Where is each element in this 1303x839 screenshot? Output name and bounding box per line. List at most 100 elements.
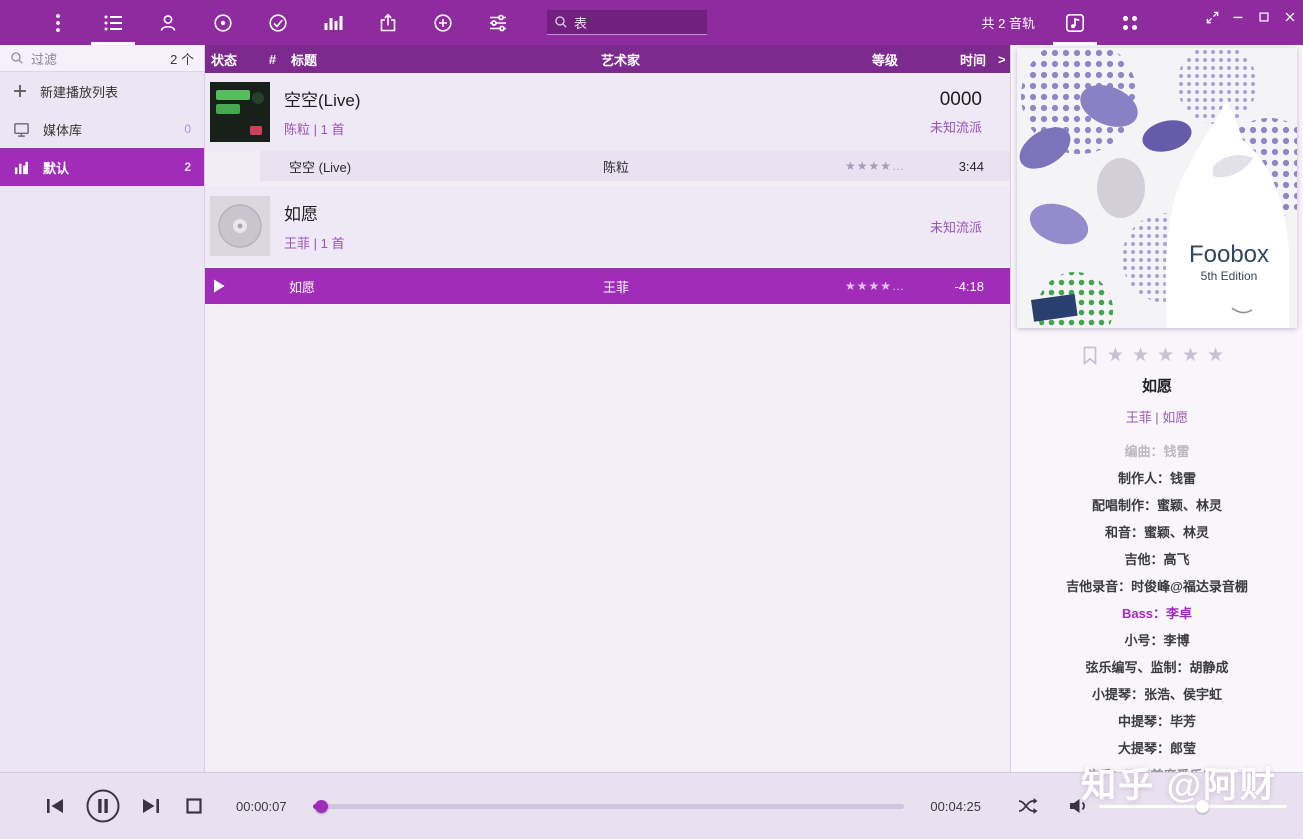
- group-subtitle: 陈粒 | 1 首: [284, 122, 345, 137]
- track-row-selected[interactable]: 如愿 王菲 ★★★★… -4:18: [205, 268, 1010, 304]
- playlist-panel: 状态 # 标题 艺术家 等级 时间 > 空空(Live) 陈粒 | 1 首 00…: [205, 45, 1010, 772]
- maximize-icon[interactable]: [1251, 5, 1277, 29]
- pause-button[interactable]: [85, 788, 121, 824]
- search-input[interactable]: [574, 14, 700, 30]
- group-subtitle: 王菲 | 1 首: [284, 236, 345, 251]
- sidebar-item-media-library[interactable]: 媒体库 0: [0, 110, 204, 148]
- playlist-filter[interactable]: 过滤 2 个: [0, 45, 204, 72]
- top-toolbar: 共 2 音轨: [0, 0, 1303, 45]
- check-circle-icon[interactable]: [266, 0, 290, 45]
- album-art-title: Foobox: [1189, 241, 1269, 268]
- equalizer-icon: [14, 161, 28, 174]
- credit-line: 弦乐：国际首席爱乐乐团: [1011, 762, 1303, 772]
- credit-line-highlight: Bass：李卓: [1121, 606, 1193, 621]
- album-art[interactable]: Foobox 5th Edition: [1017, 45, 1303, 348]
- seek-track: [312, 804, 905, 809]
- search-icon: [555, 16, 567, 28]
- group-title: 如愿: [284, 205, 318, 224]
- credit-line: 配唱制作：蜜颖、林灵: [1091, 498, 1222, 513]
- track-status-cell: [205, 268, 260, 304]
- volume-handle[interactable]: [1196, 800, 1210, 813]
- new-playlist-label: 新建播放列表: [40, 84, 119, 100]
- track-rating-stars[interactable]: ★★★★…: [830, 279, 920, 293]
- seek-bar[interactable]: [312, 798, 905, 814]
- sidebar-item-label: 默认: [43, 160, 70, 176]
- fullscreen-icon[interactable]: [1199, 5, 1225, 29]
- credit-line: 制作人：钱雷: [1117, 471, 1196, 486]
- next-track-button[interactable]: [140, 796, 162, 816]
- shuffle-button[interactable]: [1017, 795, 1041, 817]
- disc-icon[interactable]: [211, 0, 235, 45]
- column-status[interactable]: 状态: [205, 50, 260, 69]
- sidebar-item-label: 媒体库: [43, 122, 83, 138]
- now-playing-rating: ★★★★★: [1011, 344, 1303, 367]
- track-artist: 王菲: [603, 279, 630, 295]
- stop-button[interactable]: [184, 796, 204, 816]
- track-time: 3:44: [958, 158, 984, 174]
- total-time: 00:04:25: [930, 798, 981, 814]
- track-title: 如愿: [289, 279, 316, 295]
- volume-icon[interactable]: [1067, 796, 1089, 816]
- previous-track-button[interactable]: [44, 796, 66, 816]
- track-rating-stars[interactable]: ★★★★…: [830, 159, 920, 173]
- credit-line: 吉他：高飞: [1124, 552, 1190, 567]
- menu-kebab-icon[interactable]: [46, 0, 70, 45]
- now-playing-panel: Foobox 5th Edition ★★★★★ 如愿 王菲 | 如愿 编曲：钱…: [1010, 45, 1303, 772]
- rating-stars[interactable]: ★★★★★: [1107, 344, 1232, 367]
- now-playing-view-icon[interactable]: [1053, 0, 1097, 45]
- group-title: 空空(Live): [284, 91, 361, 110]
- credit-line: 弦乐编写、监制：胡静成: [1085, 660, 1229, 675]
- group-genre: 未知流派: [929, 219, 982, 235]
- track-status-cell: [205, 151, 260, 181]
- artist-icon[interactable]: [156, 0, 180, 45]
- sidebar-item-count: 0: [184, 122, 191, 136]
- album-group-header[interactable]: 如愿 王菲 | 1 首 未知流派: [205, 187, 1010, 265]
- bookmark-icon[interactable]: [1082, 346, 1098, 365]
- apps-grid-icon[interactable]: [1118, 0, 1142, 45]
- new-playlist-button[interactable]: 新建播放列表: [0, 72, 204, 110]
- album-art-subtitle: 5th Edition: [1201, 269, 1258, 283]
- add-circle-icon[interactable]: [431, 0, 455, 45]
- now-playing-artist-album: 王菲 | 如愿: [1125, 410, 1189, 425]
- album-thumbnail-disc: [210, 196, 270, 256]
- seek-handle[interactable]: [314, 800, 328, 813]
- track-count-label: 共 2 音轨: [981, 16, 1035, 31]
- now-playing-title: 如愿: [1141, 378, 1172, 395]
- group-genre: 未知流派: [929, 119, 982, 135]
- column-rating[interactable]: 等级: [830, 50, 920, 69]
- window-controls: [1199, 0, 1303, 45]
- column-more-button[interactable]: >: [992, 52, 1010, 67]
- album-group-header[interactable]: 空空(Live) 陈粒 | 1 首 0000 未知流派: [205, 73, 1010, 151]
- close-icon[interactable]: [1277, 5, 1303, 29]
- plus-icon: [14, 85, 26, 97]
- track-artist: 陈粒: [603, 159, 630, 175]
- track-row[interactable]: 空空 (Live) 陈粒 ★★★★… 3:44: [205, 151, 1010, 181]
- group-code: 0000: [939, 88, 982, 110]
- credit-line: 和音：蜜颖、林灵: [1104, 525, 1209, 540]
- track-time: -4:18: [954, 278, 984, 294]
- credit-line: 小提琴：张浩、侯宇虹: [1091, 687, 1222, 702]
- sidebar-item-default-playlist[interactable]: 默认 2: [0, 148, 204, 186]
- elapsed-time: 00:00:07: [236, 798, 287, 814]
- column-number[interactable]: #: [260, 52, 285, 67]
- stats-bars-icon[interactable]: [321, 0, 345, 45]
- playlist-column-header: 状态 # 标题 艺术家 等级 时间 >: [205, 45, 1010, 73]
- search-box[interactable]: [547, 10, 707, 35]
- media-library-icon: [14, 122, 29, 137]
- export-share-icon[interactable]: [376, 0, 400, 45]
- column-time[interactable]: 时间: [920, 50, 992, 69]
- column-title[interactable]: 标题: [285, 50, 595, 69]
- player-bar: 00:00:07 00:04:25: [0, 772, 1303, 839]
- column-artist[interactable]: 艺术家: [595, 50, 830, 69]
- sidebar-item-count: 2: [184, 160, 191, 174]
- player-window: 共 2 音轨 过滤 2 个: [0, 0, 1303, 839]
- album-group: 如愿 王菲 | 1 首 未知流派 如愿 王菲 ★★★★… -4:18: [205, 187, 1010, 304]
- credits-list: 编曲：钱雷 制作人：钱雷 配唱制作：蜜颖、林灵 和音：蜜颖、林灵 吉他：高飞 吉…: [1011, 438, 1303, 772]
- minimize-icon[interactable]: [1225, 5, 1251, 29]
- credit-line: 中提琴：毕芳: [1117, 714, 1196, 729]
- volume-slider[interactable]: [1099, 798, 1287, 814]
- filter-count: 2 个: [170, 51, 194, 67]
- playlist-view-icon[interactable]: [91, 0, 135, 45]
- track-title: 空空 (Live): [289, 159, 352, 175]
- tune-sliders-icon[interactable]: [486, 0, 510, 45]
